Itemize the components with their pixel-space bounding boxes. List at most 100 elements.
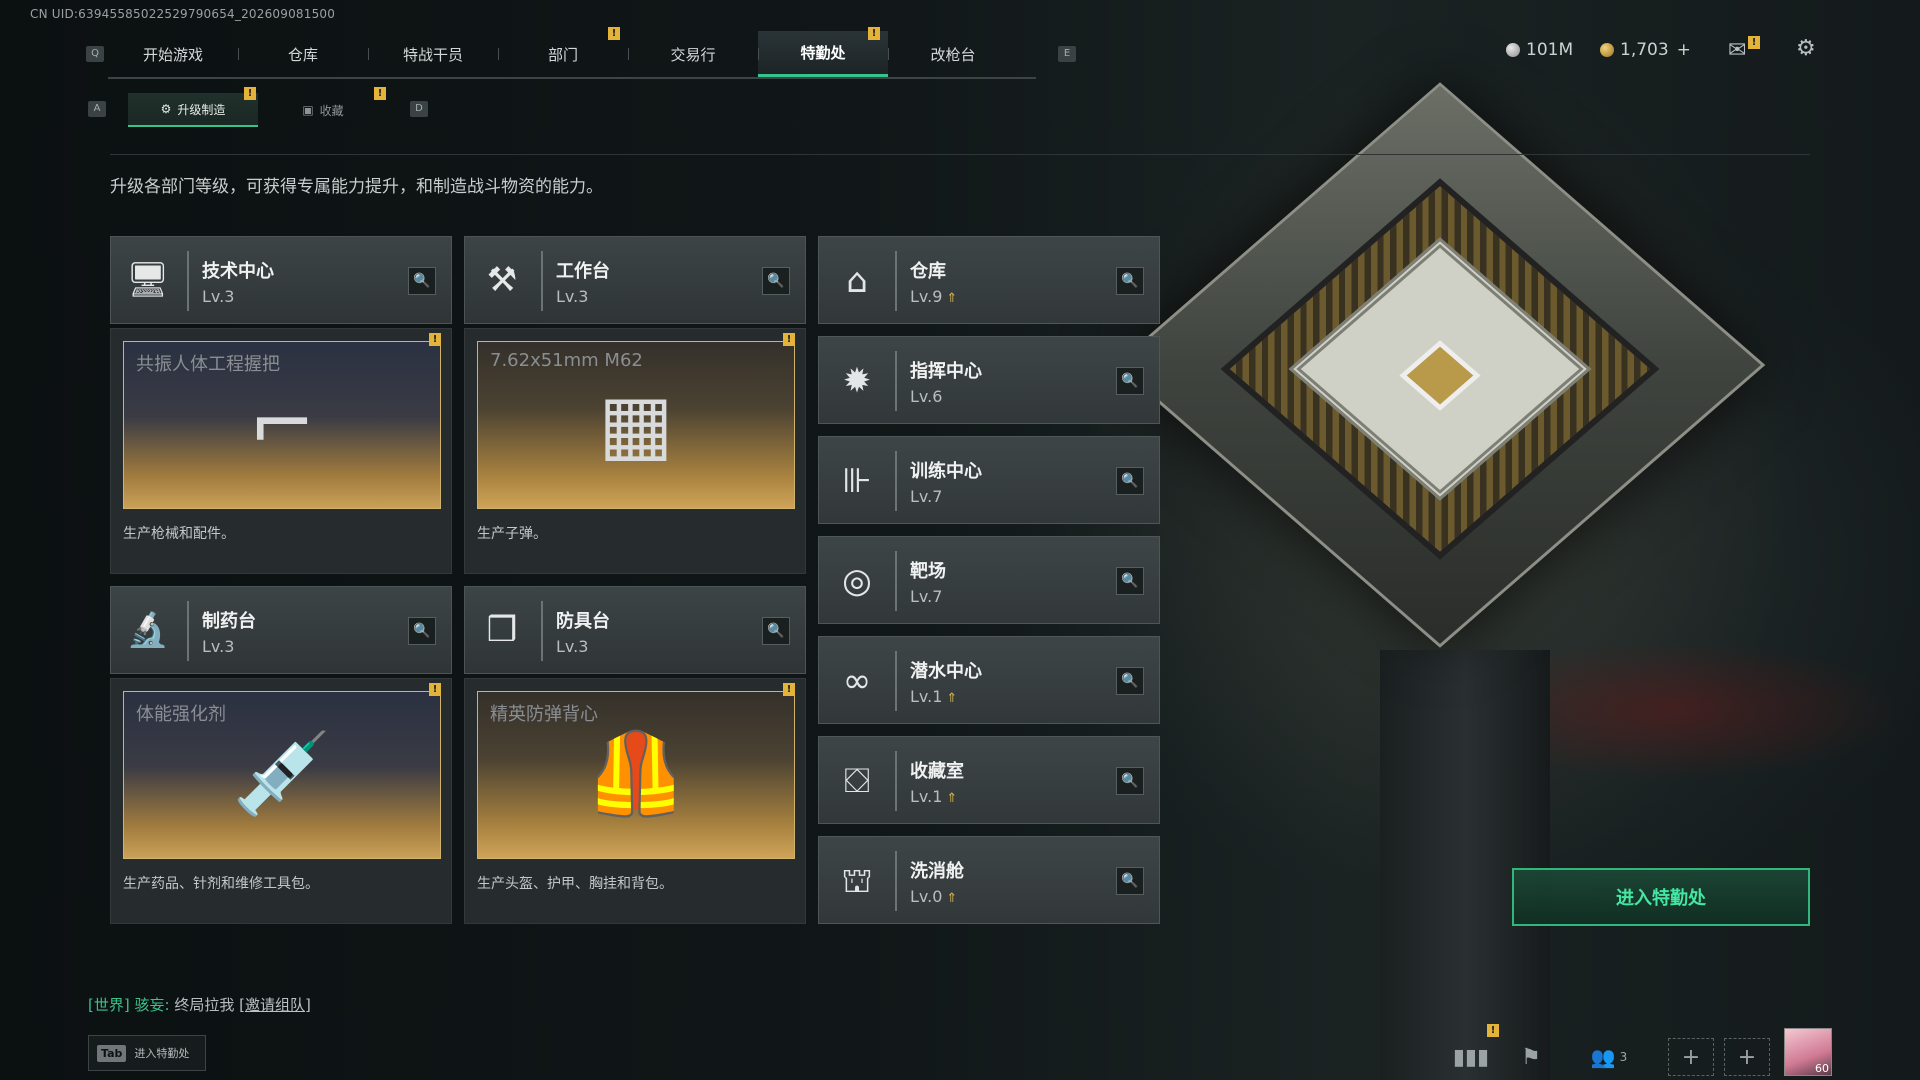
production-card-header[interactable]: ⚒ 工作台 Lv.3 🔍 xyxy=(464,236,806,324)
display-case-icon: ⛋ xyxy=(844,761,870,801)
item-preview[interactable]: 7.62x51mm M62 ▦ xyxy=(477,341,795,509)
subtab-label: 升级制造 xyxy=(177,102,226,117)
department-level: Lv.9 ⇑ xyxy=(910,287,957,306)
production-card-header[interactable]: 🔬 制药台 Lv.3 🔍 xyxy=(110,586,452,674)
item-preview[interactable]: 共振人体工程握把 ⌐ xyxy=(123,341,441,509)
department-row[interactable]: ✹ 指挥中心 Lv.6 🔍 xyxy=(818,336,1160,424)
gold-add-button[interactable]: + xyxy=(1677,40,1691,60)
sub-tabs: ⚙ 升级制造! ▣ 收藏! xyxy=(128,87,388,127)
search-icon[interactable]: 🔍 xyxy=(1116,767,1144,795)
party-slot-add-icon[interactable]: + xyxy=(1668,1038,1714,1076)
department-row[interactable]: ⛫ 洗消舱 Lv.0 ⇑ 🔍 xyxy=(818,836,1160,924)
upgrade-arrow-icon: ⇑ xyxy=(946,891,958,906)
level-value: Lv.0 xyxy=(910,887,943,906)
item-badge: ! xyxy=(783,333,795,346)
separator xyxy=(895,751,897,811)
goggles-icon: ∞ xyxy=(842,661,872,701)
search-icon[interactable]: 🔍 xyxy=(762,617,790,645)
separator xyxy=(895,351,897,411)
tab-6[interactable]: 特勤处! xyxy=(758,27,888,77)
station-note: 生产药品、针剂和维修工具包。 xyxy=(123,876,319,892)
ammo-box-icon: ▦ xyxy=(598,377,674,470)
stats-chart-icon[interactable]: ▮▮▮ xyxy=(1448,1038,1494,1076)
department-level: Lv.1 ⇑ xyxy=(910,787,957,806)
station-name: 工作台 xyxy=(556,261,610,282)
chat-sender[interactable]: 骇妄: xyxy=(135,996,170,1014)
enter-special-ops-button[interactable]: 进入特勤处 xyxy=(1512,868,1810,926)
search-icon[interactable]: 🔍 xyxy=(408,267,436,295)
party-slot-add-icon[interactable]: + xyxy=(1724,1038,1770,1076)
command-cube-model xyxy=(1114,82,1766,648)
production-card-body[interactable]: 体能强化剂 💉! 生产药品、针剂和维修工具包。 xyxy=(110,678,452,924)
tab-hint[interactable]: Tab 进入特勤处 xyxy=(88,1035,206,1071)
search-icon[interactable]: 🔍 xyxy=(1116,867,1144,895)
gold-currency[interactable]: 1,703 + xyxy=(1600,40,1691,60)
department-name: 潜水中心 xyxy=(910,661,982,682)
flag-icon[interactable]: ⚑ xyxy=(1508,1038,1554,1076)
item-preview[interactable]: 精英防弹背心 🦺 xyxy=(477,691,795,859)
department-level: Lv.7 xyxy=(910,587,942,606)
friends-count: 3 xyxy=(1619,1050,1628,1064)
separator xyxy=(895,451,897,511)
item-badge: ! xyxy=(429,333,441,346)
upgrade-arrow-icon: ⇑ xyxy=(946,791,958,806)
tab-3[interactable]: 特战干员 xyxy=(368,31,498,77)
search-icon[interactable]: 🔍 xyxy=(762,267,790,295)
subtab-badge: ! xyxy=(374,87,386,100)
stats-badge: ! xyxy=(1487,1024,1499,1037)
tab-badge: ! xyxy=(608,27,620,40)
department-row[interactable]: ⌂ 仓库 Lv.9 ⇑ 🔍 xyxy=(818,236,1160,324)
syringe-icon: 💉 xyxy=(232,727,332,820)
tab-badge: ! xyxy=(868,27,880,40)
department-name: 训练中心 xyxy=(910,461,982,482)
player-avatar[interactable]: 60 xyxy=(1784,1028,1832,1076)
station-level: Lv.3 xyxy=(202,287,235,306)
upgrade-arrow-icon: ⇑ xyxy=(946,291,958,306)
department-row[interactable]: ⛋ 收藏室 Lv.1 ⇑ 🔍 xyxy=(818,736,1160,824)
search-icon[interactable]: 🔍 xyxy=(1116,367,1144,395)
gold-coin-icon xyxy=(1600,43,1614,57)
chat-invite-link[interactable]: [邀请组队] xyxy=(239,996,311,1014)
gold-amount: 1,703 xyxy=(1620,40,1669,60)
silver-currency[interactable]: 101M xyxy=(1506,40,1573,60)
department-row[interactable]: ∞ 潜水中心 Lv.1 ⇑ 🔍 xyxy=(818,636,1160,724)
search-icon[interactable]: 🔍 xyxy=(1116,567,1144,595)
search-icon[interactable]: 🔍 xyxy=(1116,667,1144,695)
settings-gear-icon[interactable]: ⚙ xyxy=(1796,36,1816,61)
station-level: Lv.3 xyxy=(556,287,589,306)
station-name: 制药台 xyxy=(202,611,256,632)
search-icon[interactable]: 🔍 xyxy=(1116,267,1144,295)
silver-coin-icon xyxy=(1506,43,1520,57)
station-note: 生产子弹。 xyxy=(477,526,547,542)
tab-label: 特战干员 xyxy=(402,45,463,64)
friends-button[interactable]: 👥 3 xyxy=(1586,1038,1632,1076)
subtab-2[interactable]: ▣ 收藏! xyxy=(258,87,388,127)
separator xyxy=(895,651,897,711)
subtab-1[interactable]: ⚙ 升级制造! xyxy=(128,87,258,127)
tab-4[interactable]: 部门! xyxy=(498,27,628,77)
tab-1[interactable]: 开始游戏 xyxy=(108,31,238,77)
tab-7[interactable]: 改枪台 xyxy=(888,31,1018,77)
mail-icon[interactable]: ✉ xyxy=(1728,38,1746,63)
production-card-header[interactable]: 🖥 技术中心 Lv.3 🔍 xyxy=(110,236,452,324)
level-value: Lv.7 xyxy=(910,487,943,506)
search-icon[interactable]: 🔍 xyxy=(1116,467,1144,495)
department-row[interactable]: ⊪ 训练中心 Lv.7 🔍 xyxy=(818,436,1160,524)
tab-label: 部门 xyxy=(547,45,578,64)
production-card-body[interactable]: 精英防弹背心 🦺! 生产头盔、护甲、胸挂和背包。 xyxy=(464,678,806,924)
tab-label: 特勤处 xyxy=(800,44,846,62)
production-card-body[interactable]: 共振人体工程握把 ⌐! 生产枪械和配件。 xyxy=(110,328,452,574)
divider xyxy=(110,154,1810,155)
subtab-badge: ! xyxy=(244,87,256,100)
command-icon: ✹ xyxy=(842,361,872,401)
department-name: 洗消舱 xyxy=(910,861,964,882)
production-card-header[interactable]: ❒ 防具台 Lv.3 🔍 xyxy=(464,586,806,674)
item-preview[interactable]: 体能强化剂 💉 xyxy=(123,691,441,859)
grip-icon: ⌐ xyxy=(248,377,316,470)
production-card-body[interactable]: 7.62x51mm M62 ▦! 生产子弹。 xyxy=(464,328,806,574)
search-icon[interactable]: 🔍 xyxy=(408,617,436,645)
dumbbell-icon: ⊪ xyxy=(842,461,872,501)
tab-5[interactable]: 交易行 xyxy=(628,31,758,77)
department-row[interactable]: ◎ 靶场 Lv.7 🔍 xyxy=(818,536,1160,624)
tab-2[interactable]: 仓库 xyxy=(238,31,368,77)
